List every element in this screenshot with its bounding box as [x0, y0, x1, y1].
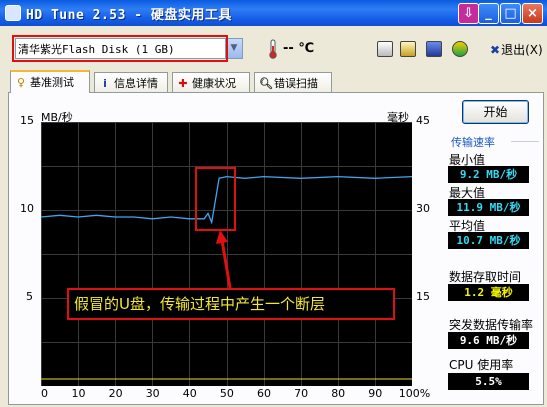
start-button[interactable]: 开始	[462, 100, 529, 124]
info-icon: i	[103, 77, 107, 90]
group-divider	[511, 141, 539, 142]
paste-icon[interactable]	[400, 41, 416, 57]
left-tick-label: 15	[20, 114, 34, 127]
save-icon[interactable]	[426, 41, 442, 57]
thermometer-icon	[269, 39, 277, 59]
transfer-rate-title: 传输速率	[451, 136, 495, 149]
tab-error-scan-label: 错误扫描	[274, 77, 318, 90]
tab-benchmark-label: 基准测试	[30, 76, 74, 89]
left-tick-label: 5	[26, 290, 33, 303]
options-icon[interactable]	[452, 41, 468, 57]
x-tick-label: 40	[182, 387, 197, 400]
tab-health-label: 健康状况	[192, 77, 236, 90]
x-tick-label: 0	[41, 387, 48, 400]
access-time-label: 数据存取时间	[449, 270, 522, 284]
exit-icon: ✖	[490, 43, 501, 57]
benchmark-icon: ♀	[16, 76, 26, 89]
tab-error-scan[interactable]: 🔍︎错误扫描	[254, 72, 332, 92]
maximize-button[interactable]: □	[500, 3, 521, 24]
minimize-button[interactable]: _	[478, 3, 499, 24]
x-tick-label: 100%	[398, 387, 431, 400]
title-bar[interactable]: HD Tune 2.53 - 硬盘实用工具 ⇩ _ □ ×	[0, 0, 547, 26]
exit-button[interactable]: ✖退出(X)	[490, 41, 543, 58]
x-tick-label: 50	[219, 387, 234, 400]
cpu-label: CPU 使用率	[449, 358, 514, 372]
x-tick-label: 60	[257, 387, 271, 400]
right-tick-label: 15	[416, 290, 430, 303]
window-title: HD Tune 2.53 - 硬盘实用工具	[26, 8, 232, 23]
annotation-note: 假冒的U盘，传输过程中产生一个断层	[67, 288, 395, 320]
app-icon	[5, 5, 21, 21]
health-icon: ✚	[178, 77, 188, 90]
tab-info[interactable]: i 信息详情	[94, 72, 168, 92]
right-tick-label: 45	[416, 114, 430, 127]
min-value: 9.2 MB/秒	[448, 166, 529, 183]
x-tick-label: 80	[331, 387, 346, 400]
x-tick-label: 30	[145, 387, 160, 400]
scan-icon: 🔍︎	[259, 77, 273, 90]
x-tick-label: 20	[108, 387, 123, 400]
x-tick-label: 10	[71, 387, 86, 400]
tab-info-label: 信息详情	[114, 77, 158, 90]
tab-health[interactable]: ✚ 健康状况	[172, 72, 250, 92]
highlight-gap-box	[195, 167, 236, 231]
temperature-readout: -- ℃	[283, 41, 315, 56]
x-tick-label: 70	[294, 387, 309, 400]
hdtune-window: HD Tune 2.53 - 硬盘实用工具 ⇩ _ □ × 清华紫光Flash …	[0, 0, 547, 407]
copy-icon[interactable]	[377, 41, 393, 57]
left-tick-label: 10	[20, 202, 34, 215]
close-button[interactable]: ×	[522, 3, 543, 24]
tab-benchmark[interactable]: ♀ 基准测试	[10, 70, 90, 93]
burst-rate-value: 9.6 MB/秒	[448, 332, 529, 349]
cpu-value: 5.5%	[448, 373, 529, 390]
highlight-drive-box	[12, 35, 228, 62]
x-tick-label: 90	[368, 387, 383, 400]
exit-label: 退出(X)	[501, 43, 543, 57]
access-time-value: 1.2 毫秒	[448, 284, 529, 301]
avg-value: 10.7 MB/秒	[448, 232, 529, 249]
download-arrow-icon[interactable]: ⇩	[458, 3, 479, 24]
right-tick-label: 30	[416, 202, 430, 215]
max-value: 11.9 MB/秒	[448, 199, 529, 216]
burst-rate-label: 突发数据传输率	[449, 318, 534, 332]
annotation-arrow-icon	[216, 230, 232, 289]
